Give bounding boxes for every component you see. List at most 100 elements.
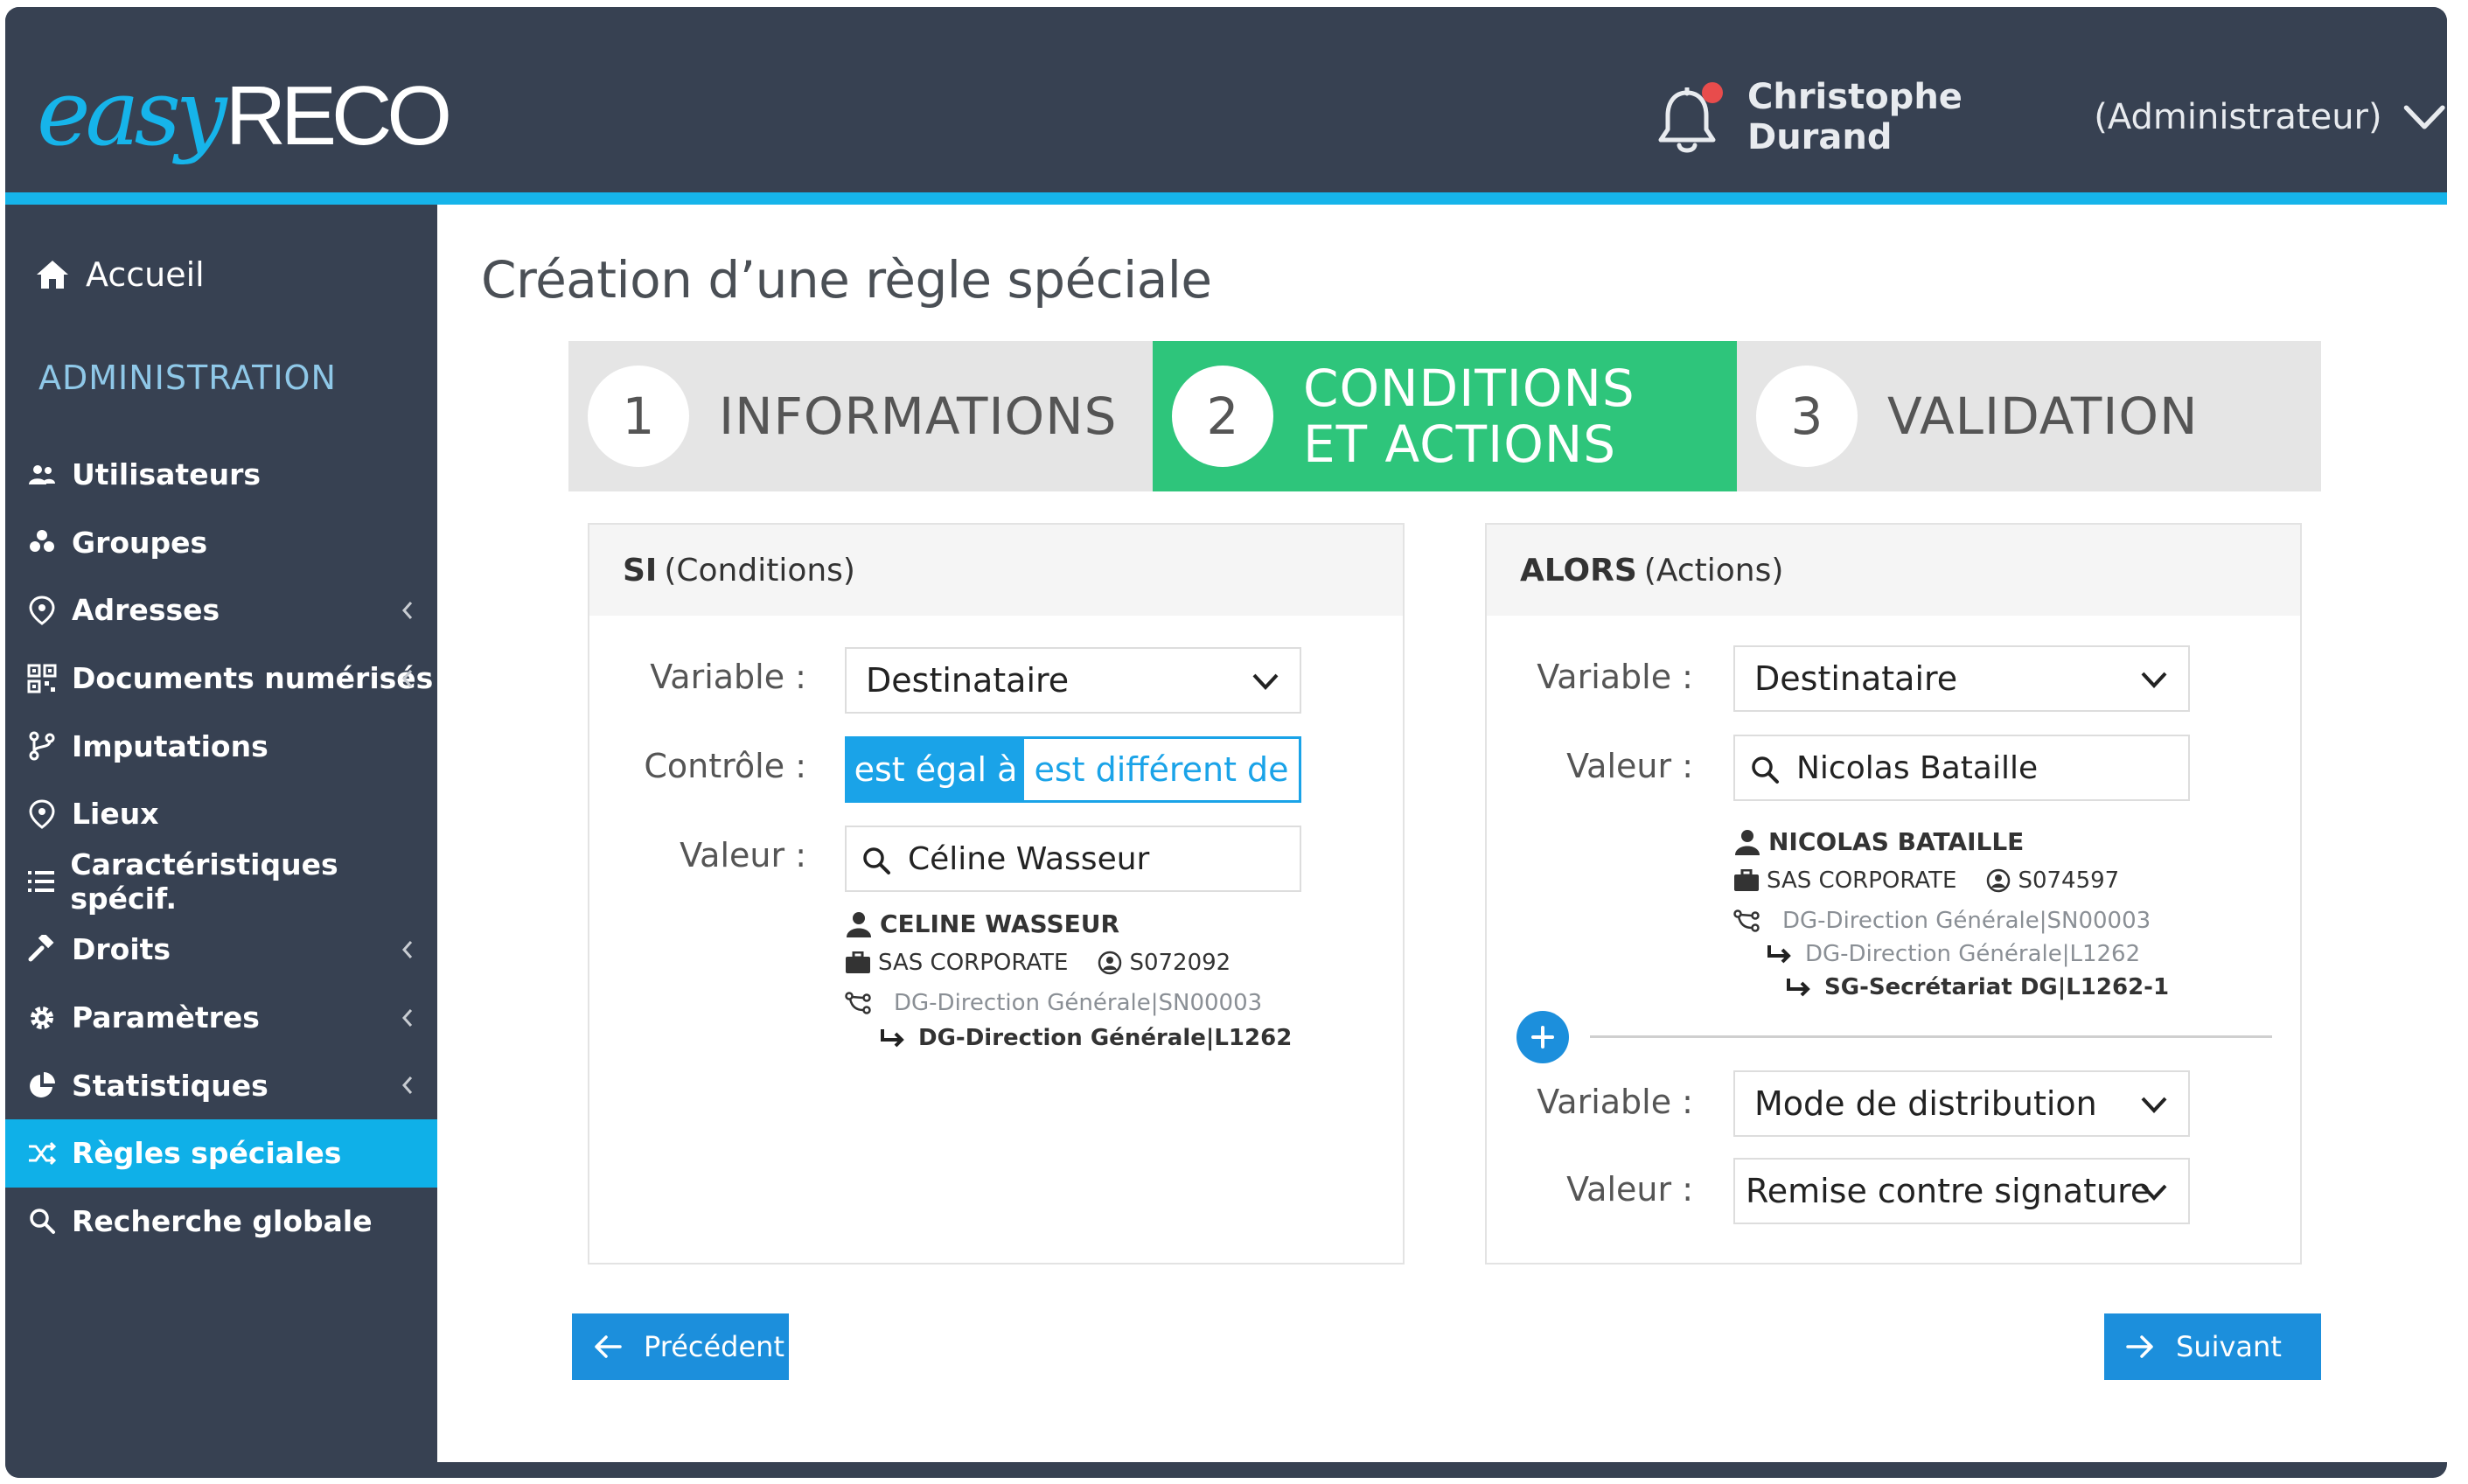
chevron-down-icon[interactable] — [2402, 100, 2447, 135]
user-role: (Administrateur) — [2094, 97, 2382, 137]
gavel-icon — [28, 934, 54, 962]
panel-head-text: (Conditions) — [664, 552, 855, 589]
action-variable-select[interactable]: Destinataire — [1733, 645, 2190, 712]
sidebar: Accueil ADMINISTRATION Utilisateurs Grou… — [5, 205, 437, 1478]
sidebar-item-groupes[interactable]: Groupes — [5, 509, 437, 577]
home-icon — [37, 261, 68, 289]
input-value: Nicolas Bataille — [1796, 749, 2039, 786]
gear-icon — [31, 1006, 53, 1029]
step-informations[interactable]: 1 INFORMATIONS — [568, 341, 1153, 491]
step-conditions-actions[interactable]: 2 CONDITIONS ET ACTIONS — [1153, 341, 1737, 491]
arrow-left-icon — [595, 1335, 622, 1358]
value-label: Valeur : — [1566, 1170, 1693, 1209]
person-name: NICOLAS BATAILLE — [1768, 827, 2025, 856]
briefcase-icon — [846, 951, 870, 973]
page-title: Création d’une règle spéciale — [481, 250, 1212, 310]
user-circle-icon — [1987, 868, 2011, 893]
control-equal-option[interactable]: est égal à — [847, 739, 1024, 800]
sidebar-item-label: Utilisateurs — [72, 457, 261, 492]
step-number: 2 — [1172, 366, 1273, 467]
sidebar-item-caracteristiques[interactable]: Caractéristiques spécif. — [5, 847, 437, 916]
control-different-option[interactable]: est différent de — [1024, 739, 1299, 800]
conditions-panel: SI (Conditions) Variable : Destinataire … — [588, 523, 1405, 1265]
panel-head-text: (Actions) — [1643, 552, 1784, 589]
sidebar-item-documents[interactable]: Documents numérisés — [5, 644, 437, 713]
value-label: Valeur : — [1566, 747, 1693, 785]
header-accent-strip — [5, 192, 2447, 205]
sidebar-item-accueil[interactable]: Accueil — [35, 248, 205, 301]
sidebar-item-label: Droits — [72, 932, 171, 967]
sidebar-item-lieux[interactable]: Lieux — [5, 780, 437, 848]
next-button[interactable]: Suivant — [2104, 1313, 2321, 1380]
person-name: CELINE WASSEUR — [880, 909, 1120, 938]
map-pin-icon — [29, 799, 55, 829]
sidebar-item-droits[interactable]: Droits — [5, 916, 437, 984]
sidebar-item-label: Statistiques — [72, 1068, 268, 1103]
user-menu[interactable]: Christophe Durand (Administrateur) — [1747, 77, 2447, 157]
condition-variable-select[interactable]: Destinataire — [845, 647, 1301, 714]
person-path-1: DG-Direction Générale|SN00003 — [894, 990, 1263, 1016]
chevron-left-icon — [401, 1008, 413, 1027]
step-number: 3 — [1756, 366, 1858, 467]
notification-badge — [1702, 82, 1723, 103]
add-action-button[interactable] — [1516, 1011, 1569, 1063]
users-icon — [29, 464, 55, 484]
easyreco-logo[interactable]: easy RECO — [37, 59, 452, 166]
sidebar-item-adresses[interactable]: Adresses — [5, 576, 437, 644]
select-value: Destinataire — [866, 661, 1070, 700]
sidebar-item-imputations[interactable]: Imputations — [5, 712, 437, 780]
wizard-steps: 1 INFORMATIONS 2 CONDITIONS ET ACTIONS 3… — [568, 341, 2321, 491]
select-value: Destinataire — [1754, 659, 1958, 698]
next-button-label: Suivant — [2176, 1330, 2282, 1363]
person-path-3: SG-Secrétariat DG|L1262-1 — [1824, 974, 2170, 1000]
variable-label: Variable : — [650, 658, 806, 696]
qrcode-icon — [27, 664, 57, 693]
action-variable2-select[interactable]: Mode de distribution — [1733, 1070, 2190, 1137]
sidebar-item-label: Lieux — [72, 797, 159, 832]
chevron-down-icon — [1252, 673, 1279, 690]
step-number: 1 — [588, 366, 689, 467]
main-content: Création d’une règle spéciale 1 INFORMAT… — [437, 205, 2447, 1462]
chevron-down-icon — [2141, 1097, 2167, 1113]
plus-icon — [1531, 1026, 1554, 1049]
select-value: Remise contre signature — [1746, 1172, 2151, 1210]
app-window: easy RECO Christophe Durand (Administrat… — [5, 7, 2447, 1478]
sidebar-item-label: Adresses — [72, 593, 220, 628]
conditions-panel-header: SI (Conditions) — [589, 525, 1403, 616]
user-name: Christophe Durand — [1747, 77, 1963, 157]
condition-value-input[interactable]: Céline Wasseur — [845, 826, 1301, 892]
step-label: VALIDATION — [1887, 387, 2199, 446]
sidebar-item-label: Groupes — [72, 525, 208, 560]
chevron-left-icon — [401, 602, 413, 620]
sidebar-item-label: Caractéristiques spécif. — [70, 847, 338, 916]
sidebar-item-statistiques[interactable]: Statistiques — [5, 1051, 437, 1119]
sitemap-icon — [845, 992, 871, 1014]
actions-panel: ALORS (Actions) Variable : Destinataire … — [1485, 523, 2302, 1265]
level-down-icon — [1787, 979, 1810, 997]
sidebar-item-parametres[interactable]: Paramètres — [5, 984, 437, 1052]
sidebar-home-label: Accueil — [86, 255, 205, 294]
action-value-input[interactable]: Nicolas Bataille — [1733, 735, 2190, 801]
sidebar-item-recherche-globale[interactable]: Recherche globale — [5, 1188, 437, 1256]
user-circle-icon — [1098, 951, 1122, 975]
logo-easy-text: easy — [37, 59, 227, 166]
search-icon — [863, 847, 890, 874]
action-value2-select[interactable]: Remise contre signature — [1733, 1158, 2190, 1224]
sidebar-section-title: ADMINISTRATION — [38, 359, 337, 397]
search-icon — [30, 1209, 55, 1235]
person-id: S072092 — [1129, 950, 1231, 976]
sidebar-item-label: Paramètres — [72, 1000, 260, 1035]
sidebar-item-regles-speciales[interactable]: Règles spéciales — [5, 1118, 437, 1188]
sidebar-item-label: Recherche globale — [72, 1203, 373, 1238]
search-icon — [1752, 756, 1779, 784]
step-label: CONDITIONS ET ACTIONS — [1303, 359, 1635, 474]
step-validation[interactable]: 3 VALIDATION — [1737, 341, 2321, 491]
variable-label: Variable : — [1537, 1083, 1693, 1121]
select-value: Mode de distribution — [1754, 1084, 2097, 1123]
sidebar-item-utilisateurs[interactable]: Utilisateurs — [5, 441, 437, 509]
person-path-1: DG-Direction Générale|SN00003 — [1782, 908, 2151, 934]
control-label: Contrôle : — [644, 747, 806, 785]
previous-button[interactable]: Précédent — [572, 1313, 789, 1380]
logo-reco-text: RECO — [225, 69, 452, 163]
variable-label: Variable : — [1537, 658, 1693, 696]
